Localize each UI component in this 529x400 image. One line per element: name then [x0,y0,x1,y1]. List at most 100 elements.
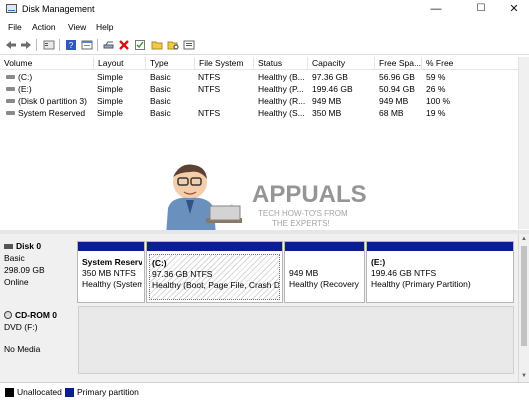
partition-detail: 949 MB [289,268,319,278]
column-status[interactable]: Status [254,57,308,70]
maximize-button[interactable]: ☐ [464,1,498,17]
volume-name: (E:) [18,84,32,94]
watermark-tagline-2: THE EXPERTS! [272,219,330,228]
status-cell: Healthy (S... [258,108,305,118]
partition-name: (C:) [152,258,167,268]
partition-system-reserved[interactable]: System Reserv 350 MB NTFS Healthy (Syste… [77,241,145,303]
partition-status: Healthy (Recovery I [289,279,362,289]
watermark-tagline: TECH HOW-TO'S FROM [258,209,348,218]
type-cell: Basic [150,84,171,94]
disk-size: 298.09 GB [4,265,45,275]
free-space-cell: 949 MB [379,96,409,106]
minimize-button[interactable]: — [419,1,453,17]
disk-graph-scrollbar[interactable]: ▲ ▼ [518,234,529,382]
volume-name: System Reserved [18,108,86,118]
hard-disk-icon [4,243,13,249]
layout-cell: Simple [97,96,123,106]
menu-view[interactable]: View [68,22,86,32]
scroll-up-arrow-icon[interactable]: ▲ [520,235,528,243]
window-title: Disk Management [22,4,95,14]
legend-primary-partition: Primary partition [65,387,139,397]
file-system-cell: NTFS [198,84,221,94]
cd-drive-icon [4,311,12,319]
forward-arrow-icon[interactable] [19,38,32,51]
column-type[interactable]: Type [146,57,195,70]
legend-label: Unallocated [17,387,62,397]
scroll-down-arrow-icon[interactable]: ▼ [520,372,528,380]
volume-icon [6,110,15,115]
partition-status: Healthy (Primary Partition) [371,279,471,289]
disk-name: CD-ROM 0 [15,310,58,320]
free-space-cell: 50.94 GB [379,84,415,94]
partition-name: System Reserv [82,257,142,267]
column-volume[interactable]: Volume [0,57,94,70]
close-button[interactable]: ✕ [497,1,529,17]
partition-bar [147,242,282,251]
disk-status: Online [4,277,29,287]
partition-recovery[interactable]: 949 MB Healthy (Recovery I [284,241,365,303]
partition-bar [367,242,513,251]
column-layout[interactable]: Layout [94,57,146,70]
layout-cell: Simple [97,108,123,118]
table-row[interactable]: (C:) Simple Basic NTFS Healthy (B... 97.… [0,71,518,83]
volume-name: (C:) [18,72,33,82]
free-space-cell: 68 MB [379,108,404,118]
partition-c[interactable]: (C:) 97.36 GB NTFS Healthy (Boot, Page F… [146,241,283,303]
free-space-cell: 56.96 GB [379,72,415,82]
column-percent-free[interactable]: % Free [422,57,518,70]
table-row[interactable]: System Reserved Simple Basic NTFS Health… [0,107,518,119]
list-view-icon[interactable] [182,38,195,51]
column-file-system[interactable]: File System [195,57,254,70]
cdrom-0-label[interactable]: CD-ROM 0 DVD (F:) No Media [4,310,74,376]
percent-free-cell: 19 % [426,108,446,118]
file-system-cell: NTFS [198,108,221,118]
status-cell: Healthy (P... [258,84,304,94]
legend-label: Primary partition [77,387,139,397]
partition-name [289,257,360,268]
legend-unallocated: Unallocated [5,387,62,397]
partition-detail: 350 MB NTFS [82,268,136,278]
disk-type: DVD (F:) [4,322,38,332]
folder-search-icon[interactable] [166,38,179,51]
up-level-icon[interactable] [42,38,55,51]
partition-e[interactable]: (E:) 199.46 GB NTFS Healthy (Primary Par… [366,241,514,303]
table-row[interactable]: (Disk 0 partition 3) Simple Basic Health… [0,95,518,107]
menu-file[interactable]: File [8,22,22,32]
scroll-thumb[interactable] [521,246,527,346]
table-row[interactable]: (E:) Simple Basic NTFS Healthy (P... 199… [0,83,518,95]
partition-status: Healthy (System [82,279,142,289]
folder-open-icon[interactable] [150,38,163,51]
connect-key-icon[interactable] [102,38,115,51]
menu-help[interactable]: Help [96,22,113,32]
properties-sheet-icon[interactable] [80,38,93,51]
disk-type: Basic [4,253,25,263]
disk-status: No Media [4,344,41,354]
back-arrow-icon[interactable] [4,38,17,51]
column-free-space[interactable]: Free Spa... [375,57,422,70]
delete-x-icon[interactable] [117,38,130,51]
toolbar: ? [0,35,529,55]
check-box-icon[interactable] [133,38,146,51]
column-capacity[interactable]: Capacity [308,57,375,70]
volume-icon [6,74,15,79]
layout-cell: Simple [97,72,123,82]
layout-cell: Simple [97,84,123,94]
type-cell: Basic [150,108,171,118]
disk-0-label[interactable]: Disk 0 Basic 298.09 GB Online [4,241,74,303]
toolbar-separator [59,39,60,51]
partition-bar [285,242,364,251]
partition-name: (E:) [371,257,386,267]
status-cell: Healthy (B... [258,72,305,82]
column-header-row: Volume Layout Type File System Status Ca… [0,57,518,70]
svg-text:?: ? [68,41,73,50]
title-bar: Disk Management — ☐ ✕ [0,0,529,18]
volume-list-scrollbar[interactable] [518,57,529,229]
disk-name: Disk 0 [16,241,42,251]
disk-management-app-icon [6,4,17,13]
help-book-icon[interactable]: ? [64,38,77,51]
cdrom-empty-area[interactable] [78,306,514,374]
percent-free-cell: 59 % [426,72,446,82]
legend-swatch [65,387,74,397]
menu-action[interactable]: Action [32,22,56,32]
partition-status: Healthy (Boot, Page File, Crash Du [152,280,280,290]
